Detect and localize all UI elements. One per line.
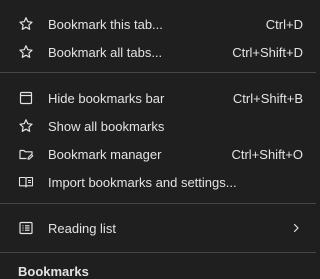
bookmarks-submenu: Bookmark this tab... Ctrl+D Bookmark all… [0,0,316,279]
chevron-right-icon [291,223,301,233]
menu-item-label: Hide bookmarks bar [48,90,165,106]
menu-item-label: Bookmark all tabs... [48,44,163,60]
star-outline-icon [18,16,34,32]
menu-separator [0,72,316,73]
reading-list-icon [18,220,34,236]
menu-item-label: Bookmark this tab... [48,16,163,32]
menu-item-show-all-bookmarks[interactable]: Show all bookmarks [0,112,316,140]
menu-item-label: Show all bookmarks [48,118,165,134]
menu-item-label: Bookmark manager [48,146,162,162]
menu-separator [0,252,316,253]
bookmarks-bar-icon [18,90,34,106]
star-outline-icon [18,118,34,134]
star-outline-icon [18,44,34,60]
shortcut-label: Ctrl+Shift+D [232,44,303,60]
menu-item-label: Reading list [48,220,116,236]
menu-item-reading-list[interactable]: Reading list [0,214,316,242]
menu-item-bookmark-this-tab[interactable]: Bookmark this tab... Ctrl+D [0,10,316,38]
menu-separator [0,203,316,204]
shortcut-label: Ctrl+Shift+O [231,146,303,162]
folder-edit-icon [18,146,34,162]
menu-item-hide-bookmarks-bar[interactable]: Hide bookmarks bar Ctrl+Shift+B [0,84,316,112]
import-book-icon [18,174,34,190]
menu-item-import-bookmarks[interactable]: Import bookmarks and settings... [0,168,316,196]
menu-item-bookmark-all-tabs[interactable]: Bookmark all tabs... Ctrl+Shift+D [0,38,316,66]
shortcut-label: Ctrl+Shift+B [232,90,303,106]
shortcut-label: Ctrl+D [265,16,303,32]
menu-item-label: Import bookmarks and settings... [48,174,237,190]
menu-item-bookmark-manager[interactable]: Bookmark manager Ctrl+Shift+O [0,140,316,168]
section-heading-peek: Bookmarks [18,264,89,279]
